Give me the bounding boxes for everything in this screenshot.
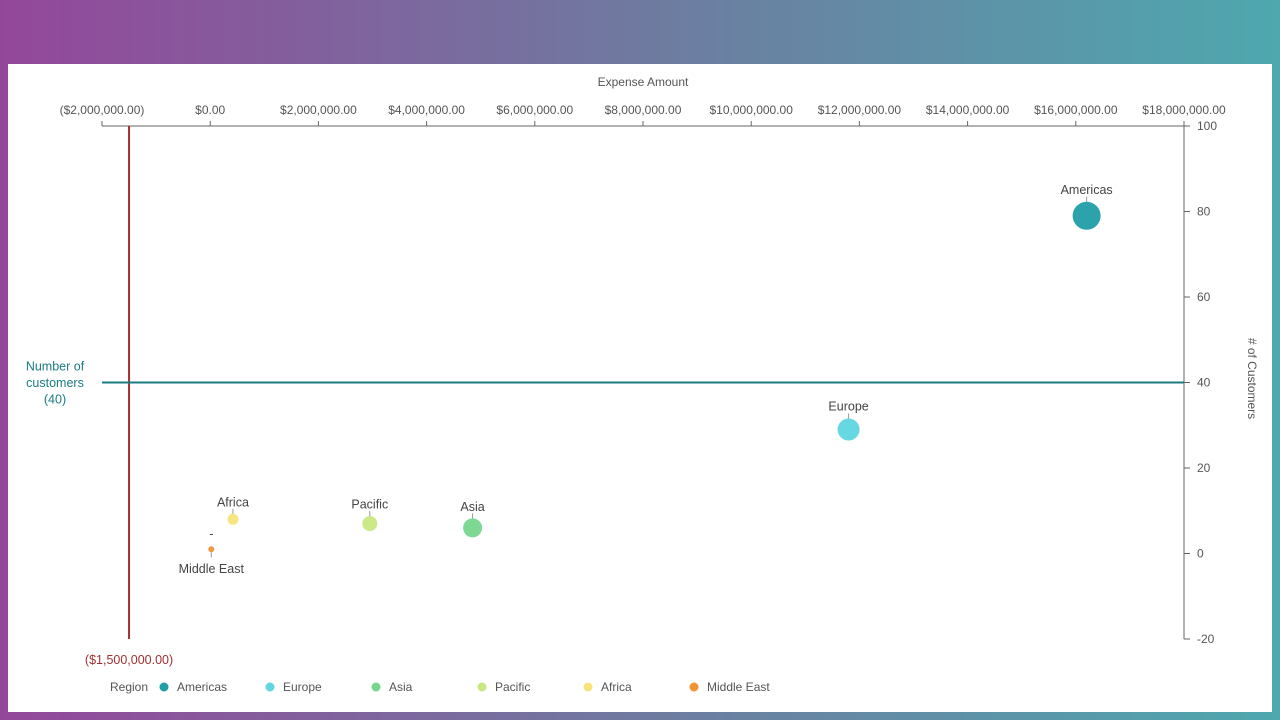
legend-marker	[371, 682, 381, 692]
x-tick-label: $4,000,000.00	[388, 103, 465, 117]
y-tick-label: 0	[1197, 547, 1204, 561]
point-americas	[1072, 201, 1101, 230]
y-tick-label: -20	[1197, 632, 1215, 646]
x-reference-label: ($1,500,000.00)	[85, 653, 173, 667]
x-tick-label: $8,000,000.00	[605, 103, 682, 117]
point-europe	[837, 418, 860, 441]
legend-marker	[265, 682, 275, 692]
point-asia	[463, 518, 483, 538]
y-tick-label: 100	[1197, 119, 1217, 133]
x-axis-title: Expense Amount	[598, 75, 689, 89]
point-label-middle-east: Middle East	[179, 562, 245, 576]
point-label-dash: -	[209, 527, 213, 541]
legend-marker	[583, 682, 593, 692]
reference-lines: ($1,500,000.00) Number of customers (40)	[26, 126, 1184, 667]
legend-marker	[477, 682, 487, 692]
axes: ($2,000,000.00) $0.00 $2,000,000.00 $4,000,…	[60, 75, 1259, 646]
y-reference-label-line: (40)	[44, 393, 66, 407]
point-label-pacific: Pacific	[351, 498, 388, 512]
y-reference-label: Number of customers (40)	[26, 360, 85, 407]
point-label-africa: Africa	[217, 495, 249, 509]
y-tick-label: 60	[1197, 290, 1211, 304]
legend-label: Pacific	[495, 680, 530, 694]
data-points	[208, 201, 1101, 553]
point-label-europe: Europe	[828, 400, 868, 414]
point-pacific	[362, 516, 378, 532]
y-axis-title: # of Customers	[1245, 338, 1259, 419]
y-reference-label-line: Number of	[26, 360, 85, 374]
legend-label: Europe	[283, 680, 322, 694]
legend: Region Americas Europe Asia Pacific Africa Mid…	[110, 680, 770, 694]
point-label-americas: Americas	[1061, 183, 1113, 197]
x-tick-label: $6,000,000.00	[496, 103, 573, 117]
x-tick-label: $16,000,000.00	[1034, 103, 1118, 117]
point-label-asia: Asia	[460, 500, 484, 514]
x-tick-label: $0.00	[195, 103, 225, 117]
x-tick-label: ($2,000,000.00)	[60, 103, 145, 117]
point-africa	[227, 513, 239, 525]
x-tick-label: $12,000,000.00	[818, 103, 902, 117]
y-tick-label: 80	[1197, 205, 1211, 219]
bubble-chart: ($2,000,000.00) $0.00 $2,000,000.00 $4,000,…	[26, 75, 1259, 694]
legend-label: Americas	[177, 680, 227, 694]
x-tick-label: $14,000,000.00	[926, 103, 1010, 117]
x-tick-label: $18,000,000.00	[1142, 103, 1226, 117]
point-middle-east	[208, 546, 215, 553]
x-tick-label: $2,000,000.00	[280, 103, 357, 117]
point-labels: Americas Europe Asia Pacific Africa Middle Ea…	[179, 183, 1113, 576]
legend-title: Region	[110, 680, 148, 694]
legend-label: Middle East	[707, 680, 770, 694]
legend-label: Asia	[389, 680, 413, 694]
legend-marker	[159, 682, 169, 692]
y-reference-label-line: customers	[26, 376, 84, 390]
legend-label: Africa	[601, 680, 632, 694]
legend-marker	[689, 682, 699, 692]
x-tick-label: $10,000,000.00	[709, 103, 793, 117]
y-tick-label: 40	[1197, 376, 1211, 390]
chart-card: ($2,000,000.00) $0.00 $2,000,000.00 $4,000,…	[8, 64, 1272, 712]
y-tick-label: 20	[1197, 461, 1211, 475]
